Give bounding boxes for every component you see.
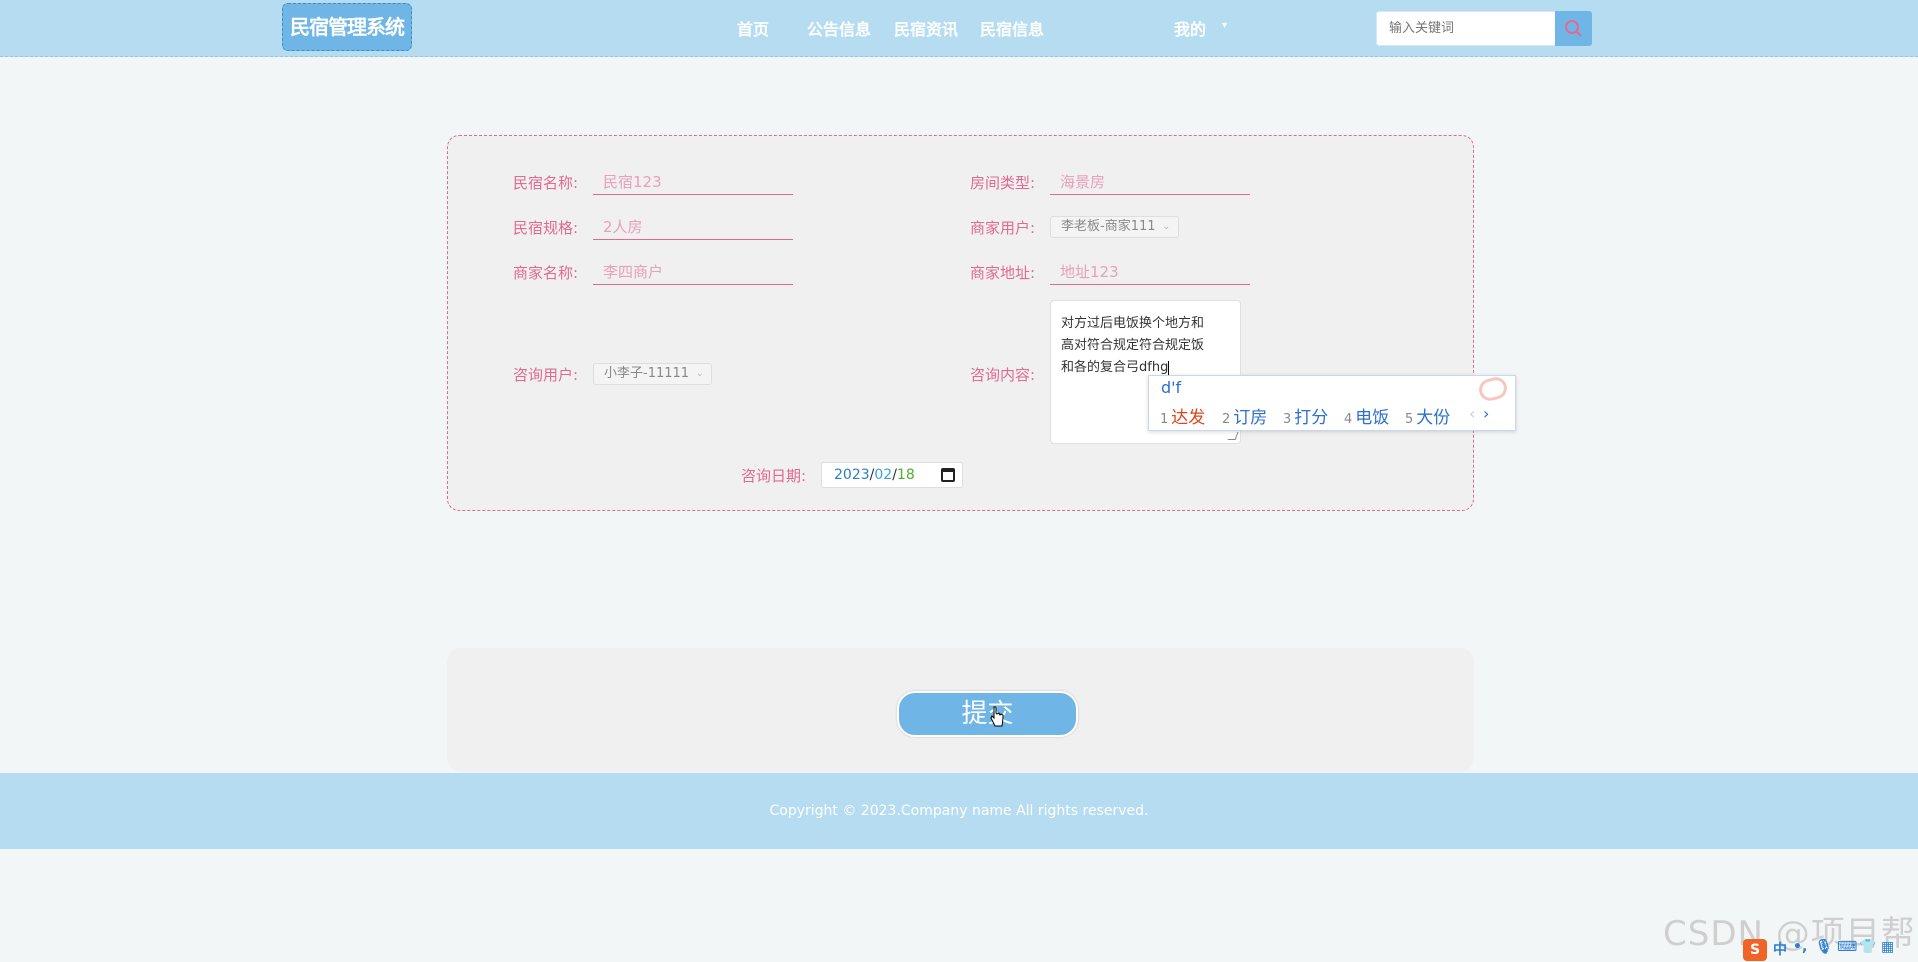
- consult-user-value: 小李子-11111: [604, 366, 690, 381]
- chevron-down-icon: ⌄: [695, 368, 705, 379]
- ime-candidate[interactable]: 1 达发: [1160, 403, 1205, 428]
- homestay-spec-input[interactable]: 2人房: [593, 214, 793, 240]
- nav-news[interactable]: 民宿资讯: [894, 16, 958, 40]
- date-year: 2023: [834, 467, 870, 483]
- ime-punct-toggle[interactable]: •,: [1793, 939, 1807, 955]
- ime-candidate[interactable]: 4 电饭: [1344, 403, 1389, 428]
- shirt-icon[interactable]: 👕: [1859, 939, 1876, 955]
- room-type-label: 房间类型:: [970, 174, 1036, 192]
- chevron-down-icon: ▾: [1222, 20, 1228, 31]
- ime-candidate-window: d'f 1 达发 2 订房 3 打分 4 电饭 5 大份 ‹ ›: [1148, 374, 1516, 431]
- keyboard-icon[interactable]: ⌨: [1837, 939, 1857, 955]
- merchant-address-label: 商家地址:: [970, 264, 1036, 282]
- mic-icon[interactable]: 🎙: [1815, 939, 1833, 955]
- search-input[interactable]: [1376, 11, 1556, 46]
- ime-pinyin: d'f: [1161, 378, 1182, 397]
- room-type-input[interactable]: 海景房: [1050, 169, 1250, 195]
- calendar-icon[interactable]: [941, 468, 955, 482]
- content-line: 高对符合规定符合规定饭: [1061, 338, 1205, 353]
- consult-user-select[interactable]: 小李子-11111 ⌄: [593, 363, 713, 385]
- ime-candidate[interactable]: 2 订房: [1222, 403, 1267, 428]
- nav-my-menu[interactable]: 我的: [1174, 16, 1206, 40]
- sogou-logo-icon[interactable]: S: [1743, 939, 1767, 961]
- text-cursor: [1168, 360, 1170, 375]
- nav-home[interactable]: 首页: [737, 16, 769, 40]
- top-navbar: 民宿管理系统 首页 公告信息 民宿资讯 民宿信息 我的 ▾: [0, 0, 1918, 57]
- site-logo[interactable]: 民宿管理系统: [282, 3, 412, 51]
- merchant-user-label: 商家用户:: [970, 219, 1036, 237]
- ime-candidate[interactable]: 3 打分: [1283, 403, 1328, 428]
- search-icon: [1565, 20, 1582, 37]
- merchant-user-select[interactable]: 李老板-商家111 ⌄: [1050, 216, 1179, 238]
- ime-next-icon[interactable]: ›: [1483, 404, 1489, 423]
- content-line: 对方过后电饭换个地方和: [1061, 316, 1205, 331]
- ime-prev-icon[interactable]: ‹: [1469, 404, 1475, 423]
- consult-user-label: 咨询用户:: [513, 366, 579, 384]
- chevron-down-icon: ⌄: [1162, 221, 1171, 232]
- consult-date-input[interactable]: 2023/02/18: [821, 462, 963, 488]
- ime-lang-toggle[interactable]: 中: [1773, 939, 1787, 959]
- homestay-name-label: 民宿名称:: [513, 174, 579, 192]
- homestay-name-input[interactable]: 民宿123: [593, 169, 793, 195]
- merchant-user-value: 李老板-商家111: [1061, 219, 1156, 234]
- search-button[interactable]: [1555, 11, 1592, 46]
- date-month: 02: [874, 467, 893, 483]
- resize-handle[interactable]: [1227, 432, 1239, 440]
- ime-candidate[interactable]: 5 大份: [1405, 403, 1450, 428]
- ime-toolbar: S 中 •, 🎙 ⌨ 👕 ▦: [1743, 939, 1918, 962]
- footer: Copyright © 2023.Company name All rights…: [0, 773, 1918, 849]
- homestay-spec-label: 民宿规格:: [513, 219, 579, 237]
- consult-date-label: 咨询日期:: [741, 467, 807, 485]
- apps-icon[interactable]: ▦: [1881, 939, 1894, 955]
- copyright-text: Copyright © 2023.Company name All rights…: [769, 803, 1149, 819]
- consult-content-label: 咨询内容:: [970, 366, 1036, 384]
- merchant-name-label: 商家名称:: [513, 264, 579, 282]
- submit-button[interactable]: 提交: [897, 691, 1078, 737]
- ime-logo-icon: [1476, 374, 1510, 404]
- merchant-address-input[interactable]: 地址123: [1050, 259, 1250, 285]
- nav-homestay-info[interactable]: 民宿信息: [980, 16, 1044, 40]
- nav-announcements[interactable]: 公告信息: [807, 16, 871, 40]
- hand-cursor-icon: [990, 706, 1004, 727]
- date-day: 18: [896, 467, 915, 483]
- merchant-name-input[interactable]: 李四商户: [593, 259, 793, 285]
